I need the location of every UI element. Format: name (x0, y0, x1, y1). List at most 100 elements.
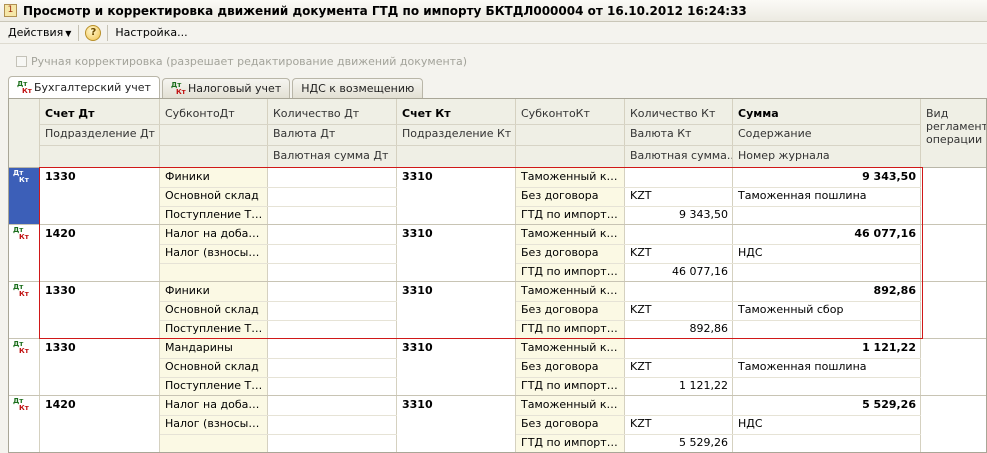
schet-kt-cell[interactable]: 3310 (397, 396, 438, 415)
subkonto-dt-cell[interactable]: Поступление ТМ... (160, 320, 268, 339)
subkonto-kt-cell[interactable]: Таможенный ком... (516, 396, 625, 415)
col-podr-kt[interactable]: Подразделение Кт (397, 125, 516, 144)
schet-dt-cell[interactable]: 1330 (40, 339, 81, 358)
row-marker[interactable]: Дт Кт (9, 225, 40, 282)
settings-button[interactable]: Настройка... (112, 26, 190, 39)
summa-cell[interactable]: 5 529,26 (733, 396, 921, 415)
subkonto-dt-cell[interactable]: Поступление ТМ... (160, 377, 268, 396)
dt-kt-icon: Дт Кт (13, 169, 29, 184)
soderzhanie-cell[interactable]: Таможенная пошлина (733, 187, 921, 206)
schet-kt-cell[interactable]: 3310 (397, 282, 438, 301)
col-subkonto-dt[interactable]: СубконтоДт (160, 105, 240, 124)
manual-correction-checkbox[interactable]: Ручная корректировка (разрешает редактир… (16, 54, 467, 68)
valuta-kt-cell[interactable]: KZT (625, 187, 656, 206)
val-summa-kt-cell[interactable]: 46 077,16 (625, 263, 733, 282)
schet-kt-cell[interactable]: 3310 (397, 168, 438, 187)
col-nomer-zhurnala[interactable]: Номер журнала (733, 147, 835, 166)
subkonto-kt-cell[interactable]: Таможенный ком... (516, 339, 625, 358)
row-marker[interactable]: Дт Кт (9, 396, 40, 452)
tab-label: Налоговый учет (187, 82, 282, 95)
header-subrow-line (40, 145, 921, 146)
subkonto-kt-cell[interactable]: ГТД по импорту ... (516, 206, 625, 225)
header-subrow-line (40, 124, 921, 125)
summa-cell[interactable]: 1 121,22 (733, 339, 921, 358)
subkonto-kt-cell[interactable]: ГТД по импорту ... (516, 263, 625, 282)
col-subkonto-kt[interactable]: СубконтоКт (516, 105, 595, 124)
col-schet-dt[interactable]: Счет Дт (40, 105, 99, 124)
soderzhanie-cell[interactable]: НДС (733, 244, 921, 263)
subkonto-kt-cell[interactable]: Без договора (516, 358, 625, 377)
tab-tax[interactable]: Дт Кт Налоговый учет (161, 78, 291, 98)
subkonto-kt-cell[interactable]: Таможенный ком... (516, 225, 625, 244)
row-marker[interactable]: Дт Кт (9, 282, 40, 339)
col-podr-dt[interactable]: Подразделение Дт (40, 125, 160, 144)
schet-dt-cell[interactable]: 1330 (40, 168, 81, 187)
col-valuta-kt[interactable]: Валюта Кт (625, 125, 696, 144)
summa-cell[interactable]: 892,86 (733, 282, 921, 301)
actions-menu[interactable]: Действия ▼ (5, 26, 74, 39)
val-summa-kt-cell[interactable]: 5 529,26 (625, 434, 733, 452)
subkonto-dt-cell[interactable]: Основной склад (160, 358, 268, 377)
valuta-kt-cell[interactable]: KZT (625, 358, 656, 377)
col-vid-reglament[interactable]: Вид регламентной операции (921, 107, 986, 155)
movements-table[interactable]: Счет Дт Подразделение Дт СубконтоДт Коли… (8, 98, 987, 453)
subkonto-kt-cell[interactable]: ГТД по импорту ... (516, 434, 625, 452)
schet-kt-cell[interactable]: 3310 (397, 339, 438, 358)
help-icon[interactable]: ? (85, 24, 102, 41)
window-title: Просмотр и корректировка движений докуме… (23, 3, 747, 18)
subkonto-dt-cell[interactable]: Налог на добавл... (160, 396, 268, 415)
subkonto-kt-cell[interactable]: Без договора (516, 301, 625, 320)
subkonto-kt-cell[interactable]: ГТД по импорту ... (516, 377, 625, 396)
soderzhanie-cell[interactable]: Таможенная пошлина (733, 358, 921, 377)
subkonto-dt-cell[interactable]: Мандарины (160, 339, 268, 358)
subkonto-dt-cell[interactable]: Налог (взносы): н... (160, 415, 268, 434)
val-summa-kt-cell[interactable]: 1 121,22 (625, 377, 733, 396)
valuta-kt-cell[interactable]: KZT (625, 301, 656, 320)
schet-dt-cell[interactable]: 1420 (40, 396, 81, 415)
subkonto-kt-cell[interactable]: ГТД по импорту ... (516, 320, 625, 339)
col-val-summa-dt[interactable]: Валютная сумма Дт (268, 147, 393, 166)
subkonto-kt-cell[interactable]: Таможенный ком... (516, 168, 625, 187)
summa-cell[interactable]: 9 343,50 (733, 168, 921, 187)
dt-kt-icon: Дт Кт (170, 80, 186, 96)
col-summa[interactable]: Сумма (733, 105, 784, 124)
tab-accounting[interactable]: Дт Кт Бухгалтерский учет (8, 76, 160, 98)
col-soderzhanie[interactable]: Содержание (733, 125, 817, 144)
subkonto-kt-cell[interactable]: Без договора (516, 244, 625, 263)
subkonto-dt-cell[interactable] (160, 434, 268, 452)
subkonto-dt-cell[interactable]: Основной склад (160, 301, 268, 320)
subkonto-kt-cell[interactable]: Без договора (516, 187, 625, 206)
val-summa-kt-cell[interactable]: 892,86 (625, 320, 733, 339)
dt-kt-icon: Дт Кт (13, 226, 29, 241)
subkonto-dt-cell[interactable]: Основной склад (160, 187, 268, 206)
app-icon: 1 (4, 4, 17, 17)
col-val-summa-kt[interactable]: Валютная сумма... (625, 147, 733, 166)
manual-correction-label: Ручная корректировка (разрешает редактир… (31, 54, 468, 68)
schet-dt-cell[interactable]: 1330 (40, 282, 81, 301)
subkonto-dt-cell[interactable]: Финики (160, 168, 268, 187)
valuta-kt-cell[interactable]: KZT (625, 415, 656, 434)
col-kol-dt[interactable]: Количество Дт (268, 105, 364, 124)
col-kol-kt[interactable]: Количество Кт (625, 105, 720, 124)
tab-vat[interactable]: НДС к возмещению (292, 78, 424, 98)
checkbox-icon[interactable] (16, 55, 27, 67)
col-schet-kt[interactable]: Счет Кт (397, 105, 456, 124)
schet-kt-cell[interactable]: 3310 (397, 225, 438, 244)
subkonto-kt-cell[interactable]: Таможенный ком... (516, 282, 625, 301)
subkonto-dt-cell[interactable]: Поступление ТМ... (160, 206, 268, 225)
subkonto-dt-cell[interactable]: Налог на добавл... (160, 225, 268, 244)
row-marker[interactable]: Дт Кт (9, 168, 40, 225)
dt-kt-icon: Дт Кт (13, 340, 29, 355)
valuta-kt-cell[interactable]: KZT (625, 244, 656, 263)
val-summa-kt-cell[interactable]: 9 343,50 (625, 206, 733, 225)
subkonto-dt-cell[interactable]: Налог (взносы): н... (160, 244, 268, 263)
soderzhanie-cell[interactable]: Таможенный сбор (733, 301, 921, 320)
soderzhanie-cell[interactable]: НДС (733, 415, 921, 434)
subkonto-kt-cell[interactable]: Без договора (516, 415, 625, 434)
schet-dt-cell[interactable]: 1420 (40, 225, 81, 244)
summa-cell[interactable]: 46 077,16 (733, 225, 921, 244)
subkonto-dt-cell[interactable] (160, 263, 268, 282)
subkonto-dt-cell[interactable]: Финики (160, 282, 268, 301)
col-valuta-dt[interactable]: Валюта Дт (268, 125, 340, 144)
row-marker[interactable]: Дт Кт (9, 339, 40, 396)
